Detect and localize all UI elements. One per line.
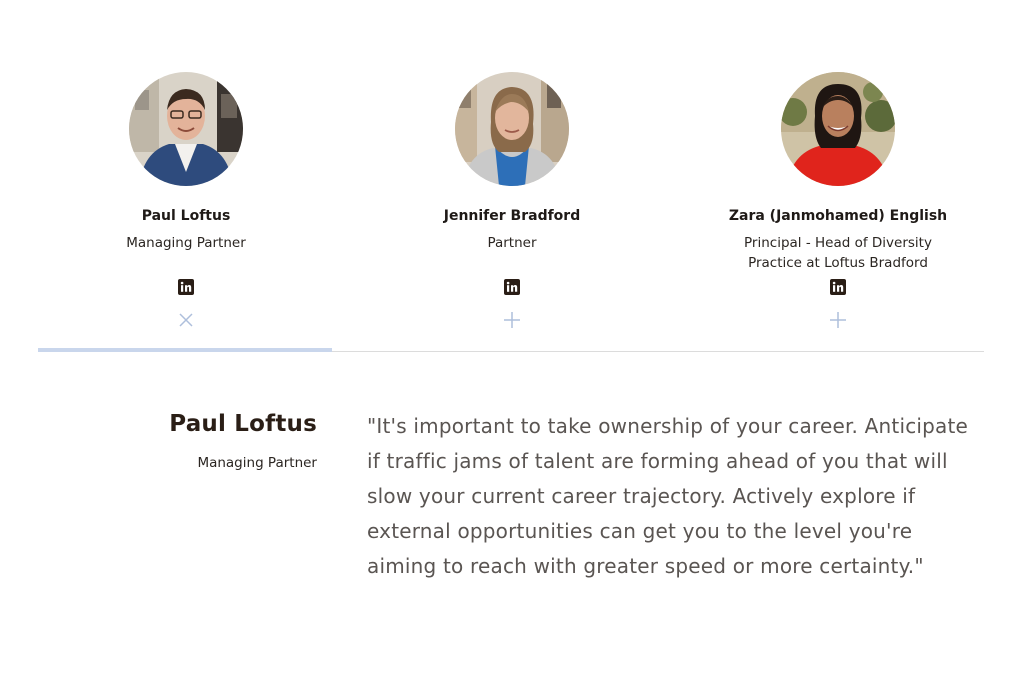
linkedin-icon[interactable]	[830, 279, 846, 295]
detail-name: Paul Loftus	[169, 411, 317, 437]
detail-panel: Paul Loftus Managing Partner "It's impor…	[0, 360, 1024, 694]
avatar-zara-english	[781, 72, 895, 186]
active-tab-indicator	[38, 348, 332, 352]
member-role: Managing Partner	[126, 235, 246, 251]
plus-icon[interactable]	[503, 311, 521, 329]
avatar-paul-loftus	[129, 72, 243, 186]
team-card-paul-loftus[interactable]: Paul Loftus Managing Partner	[36, 72, 336, 327]
team-card-zara-english[interactable]: Zara (Janmohamed) English Principal - He…	[688, 72, 988, 328]
member-role: Partner	[487, 235, 537, 251]
linkedin-icon[interactable]	[178, 279, 194, 295]
team-row: Paul Loftus Managing Partner Jennifer Br…	[0, 0, 1024, 360]
detail-role: Managing Partner	[197, 455, 317, 471]
member-role: Principal - Head of Diversity Practice a…	[744, 235, 932, 271]
member-name: Paul Loftus	[141, 208, 231, 224]
linkedin-icon[interactable]	[504, 279, 520, 295]
avatar-jennifer-bradford	[455, 72, 569, 186]
detail-quote: "It's important to take ownership of you…	[367, 414, 969, 578]
member-name: Jennifer Bradford	[443, 208, 581, 224]
close-icon[interactable]	[177, 311, 195, 329]
team-card-jennifer-bradford[interactable]: Jennifer Bradford Partner	[362, 72, 662, 328]
member-name: Zara (Janmohamed) English	[728, 208, 948, 224]
plus-icon[interactable]	[829, 311, 847, 329]
